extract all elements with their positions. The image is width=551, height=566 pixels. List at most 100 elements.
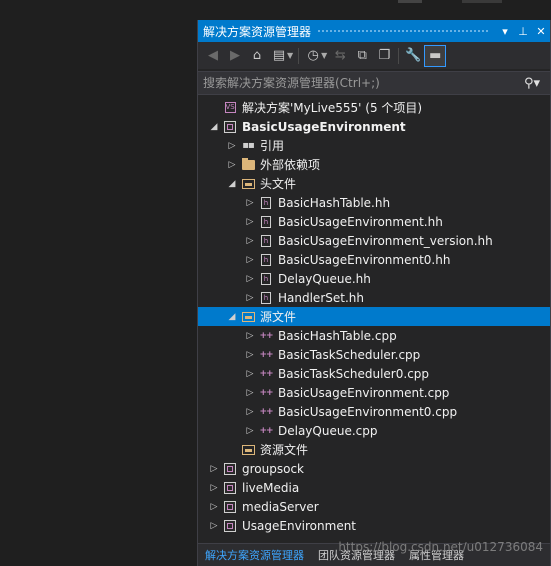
title-grip — [317, 28, 490, 34]
tree-item[interactable]: ▷ UsageEnvironment — [198, 516, 550, 535]
solution-icon: VS — [224, 102, 236, 113]
collapsed-arrow-icon[interactable]: ▷ — [208, 502, 220, 512]
tree-item-label: DelayQueue.cpp — [278, 423, 378, 438]
close-icon[interactable]: ✕ — [532, 25, 550, 38]
panel-title: 解决方案资源管理器 — [203, 24, 312, 39]
project-icon — [222, 120, 238, 134]
collapsed-arrow-icon[interactable]: ▷ — [244, 350, 256, 360]
cpp-file-icon: ++ — [259, 387, 273, 398]
tree-item-label: 资源文件 — [260, 443, 309, 457]
filter-dropdown-icon[interactable]: ▼ — [321, 51, 327, 60]
collapsed-arrow-icon[interactable]: ▷ — [208, 464, 220, 474]
collapsed-arrow-icon[interactable]: ▷ — [244, 274, 256, 284]
tree-item-label: mediaServer — [242, 499, 319, 514]
panel-toolbar: ◀ ▶ ⌂ ▤ ▼ ◷ ▼ ⇆ ⧉ ❐ 🔧 ▬ — [198, 42, 550, 69]
collapsed-arrow-icon[interactable]: ▷ — [244, 426, 256, 436]
panel-title-bar[interactable]: 解决方案资源管理器 ▾ ⊥ ✕ — [198, 20, 550, 42]
tree-item-label: BasicUsageEnvironment_version.hh — [278, 233, 493, 248]
expanded-arrow-icon[interactable]: ◢ — [208, 122, 220, 132]
tree-item[interactable]: 资源文件 — [198, 440, 550, 459]
tree-item-label: liveMedia — [242, 480, 300, 495]
tree-item[interactable]: ▷ ++ BasicTaskScheduler.cpp — [198, 345, 550, 364]
tree-item-label: BasicTaskScheduler.cpp — [278, 347, 421, 362]
collapsed-arrow-icon[interactable]: ▷ — [244, 217, 256, 227]
tree-item[interactable]: ▷ h BasicUsageEnvironment.hh — [198, 212, 550, 231]
folder-icon — [240, 157, 256, 172]
tree-item-label: 头文件 — [260, 177, 297, 191]
forward-icon[interactable]: ▶ — [224, 45, 246, 67]
tree-item[interactable]: ▷ h BasicHashTable.hh — [198, 193, 550, 212]
top-edge-mark — [398, 0, 422, 3]
header-file-icon: h — [258, 196, 274, 210]
project-icon — [222, 462, 238, 476]
header-file-icon: h — [258, 215, 274, 229]
collapsed-arrow-icon[interactable]: ▷ — [244, 293, 256, 303]
collapsed-arrow-icon[interactable]: ▷ — [244, 388, 256, 398]
collapsed-arrow-icon[interactable]: ▷ — [244, 369, 256, 379]
cpp-file-icon: ++ — [259, 368, 273, 379]
show-all-files-icon[interactable]: ❐ — [373, 45, 395, 67]
tree-item-label: BasicTaskScheduler0.cpp — [278, 366, 430, 381]
back-icon[interactable]: ◀ — [202, 45, 224, 67]
filter-folder-icon — [240, 443, 256, 457]
switch-views-dropdown-icon[interactable]: ▼ — [287, 51, 293, 60]
home-icon[interactable]: ⌂ — [246, 45, 268, 67]
tree-item-label: BasicUsageEnvironment.hh — [278, 214, 443, 229]
collapsed-arrow-icon[interactable]: ▷ — [208, 521, 220, 531]
solution-explorer-panel: 解决方案资源管理器 ▾ ⊥ ✕ ◀ ▶ ⌂ ▤ ▼ ◷ ▼ ⇆ ⧉ ❐ 🔧 ▬ … — [197, 20, 551, 566]
tree-item-label: BasicUsageEnvironment0.cpp — [278, 404, 458, 419]
header-file-icon: h — [258, 291, 274, 305]
collapsed-arrow-icon[interactable]: ▷ — [244, 198, 256, 208]
search-input[interactable] — [203, 76, 524, 90]
tree-item[interactable]: ◢ BasicUsageEnvironment — [198, 117, 550, 136]
tree-item[interactable]: ▷ h BasicUsageEnvironment0.hh — [198, 250, 550, 269]
header-file-icon: h — [258, 253, 274, 267]
tree-item-label: BasicHashTable.hh — [278, 195, 391, 210]
tree-item[interactable]: ▷ h DelayQueue.hh — [198, 269, 550, 288]
window-position-dropdown-icon[interactable]: ▾ — [496, 25, 514, 38]
tree-item[interactable]: ▷ mediaServer — [198, 497, 550, 516]
collapsed-arrow-icon[interactable]: ▷ — [208, 483, 220, 493]
tree-item[interactable]: VS 解决方案'MyLive555' (5 个项目) — [198, 98, 550, 117]
tree-item[interactable]: ▷ h HandlerSet.hh — [198, 288, 550, 307]
tree-item-label: BasicUsageEnvironment0.hh — [278, 252, 451, 267]
properties-wrench-icon[interactable]: 🔧 — [402, 45, 424, 67]
sync-with-document-icon[interactable]: ⇆ — [329, 45, 351, 67]
tree-item[interactable]: ◢ 源文件 — [198, 307, 550, 326]
tree-item[interactable]: ▷ groupsock — [198, 459, 550, 478]
collapsed-arrow-icon[interactable]: ▷ — [244, 331, 256, 341]
cpp-file-icon: ++ — [259, 330, 273, 341]
project-icon — [222, 500, 238, 514]
tree-item[interactable]: ▷ ▪▪ 引用 — [198, 136, 550, 155]
collapse-all-icon[interactable]: ⧉ — [351, 45, 373, 67]
expanded-arrow-icon[interactable]: ◢ — [226, 312, 238, 322]
expanded-arrow-icon[interactable]: ◢ — [226, 179, 238, 189]
collapsed-arrow-icon[interactable]: ▷ — [226, 141, 238, 151]
header-file-icon: h — [258, 234, 274, 248]
tree-item[interactable]: ▷ liveMedia — [198, 478, 550, 497]
filter-folder-icon — [240, 177, 256, 191]
tree-item[interactable]: ▷ 外部依赖项 — [198, 155, 550, 174]
editor-background — [0, 0, 197, 566]
collapsed-arrow-icon[interactable]: ▷ — [226, 160, 238, 170]
solution-tree: VS 解决方案'MyLive555' (5 个项目) ◢ BasicUsageEnvi… — [198, 98, 550, 535]
search-icon[interactable]: ⚲▾ — [524, 76, 550, 91]
tree-item[interactable]: ▷ ++ BasicHashTable.cpp — [198, 326, 550, 345]
tab-solution-explorer[interactable]: 解决方案资源管理器 — [198, 547, 311, 563]
filter-folder-icon — [240, 310, 256, 324]
tree-item-label: HandlerSet.hh — [278, 290, 364, 305]
tree-item[interactable]: ▷ ++ BasicUsageEnvironment0.cpp — [198, 402, 550, 421]
tree-item[interactable]: ▷ ++ BasicTaskScheduler0.cpp — [198, 364, 550, 383]
collapsed-arrow-icon[interactable]: ▷ — [244, 407, 256, 417]
collapsed-arrow-icon[interactable]: ▷ — [244, 236, 256, 246]
collapsed-arrow-icon[interactable]: ▷ — [244, 255, 256, 265]
tree-item-label: groupsock — [242, 461, 304, 476]
header-file-icon: h — [258, 272, 274, 286]
pin-icon[interactable]: ⊥ — [514, 25, 532, 38]
project-icon — [222, 519, 238, 533]
tree-item[interactable]: ▷ h BasicUsageEnvironment_version.hh — [198, 231, 550, 250]
tree-item[interactable]: ▷ ++ DelayQueue.cpp — [198, 421, 550, 440]
tree-item[interactable]: ◢ 头文件 — [198, 174, 550, 193]
tree-item[interactable]: ▷ ++ BasicUsageEnvironment.cpp — [198, 383, 550, 402]
preview-selected-items-icon[interactable]: ▬ — [424, 44, 447, 67]
